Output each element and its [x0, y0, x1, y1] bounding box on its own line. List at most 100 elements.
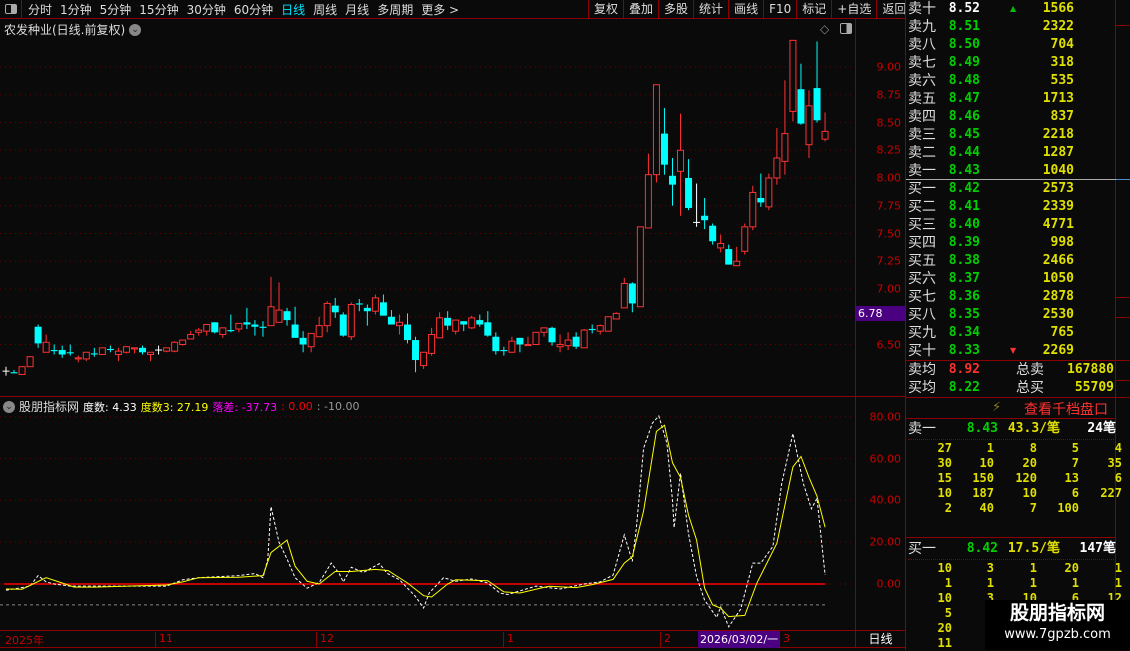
queue-order: 1: [1029, 576, 1037, 590]
bid-level[interactable]: 买六 8.37 1050: [906, 270, 1116, 288]
level-volume: 765: [1050, 325, 1074, 340]
kline-chart[interactable]: [0, 0, 855, 630]
candle: [508, 336, 516, 353]
ask-level[interactable]: 卖二 8.44 1287: [906, 144, 1116, 162]
ask-level[interactable]: 卖三 8.45 2218: [906, 126, 1116, 144]
bid-level[interactable]: 买三 8.40 4771: [906, 216, 1116, 234]
queue-order: 100: [1057, 501, 1079, 515]
ask-level[interactable]: 卖五 8.47 1713: [906, 90, 1116, 108]
candle: [355, 298, 363, 312]
level-price: 8.39: [948, 235, 980, 250]
candle: [693, 183, 701, 227]
level-price: 8.51: [948, 19, 980, 34]
period-label[interactable]: 日线: [855, 631, 905, 648]
candle: [203, 324, 211, 336]
candle-body: [508, 340, 516, 353]
candle-body: [773, 157, 781, 179]
candle: [588, 324, 596, 334]
candle: [436, 312, 444, 339]
candle: [42, 334, 50, 353]
level-label: 买五: [908, 253, 936, 269]
ask-level[interactable]: 卖四 8.46 837: [906, 108, 1116, 126]
candle-body: [395, 321, 403, 327]
bid-level[interactable]: 买十 8.33 ▼ 2269: [906, 342, 1116, 360]
level-price: 8.52: [948, 1, 980, 16]
candle: [580, 328, 588, 349]
candle: [628, 282, 636, 313]
candle-body: [524, 344, 532, 347]
bid-level[interactable]: 买九 8.34 765: [906, 324, 1116, 342]
ask-level[interactable]: 卖十 8.52 ▲ 1566: [906, 0, 1116, 18]
candle-body: [725, 249, 733, 265]
queue-count: 147笔: [1079, 541, 1116, 556]
queue-order: 1: [986, 441, 994, 455]
level-price: 8.48: [948, 73, 980, 88]
ask-level[interactable]: 卖七 8.49 318: [906, 54, 1116, 72]
candle-body: [540, 327, 548, 333]
watermark-url: www.7gpzb.com: [1004, 627, 1111, 642]
candle: [620, 277, 628, 309]
divider: [906, 418, 1116, 419]
date-axis: 2026/03/02/一 日线 2025年 11 12 1 2 3: [0, 630, 905, 648]
level-volume: 2530: [1042, 307, 1074, 322]
bid-level[interactable]: 买二 8.41 2339: [906, 198, 1116, 216]
candle: [379, 294, 387, 316]
ask-level[interactable]: 卖九 8.51 2322: [906, 18, 1116, 36]
level-label: 买四: [908, 235, 936, 251]
bid-level[interactable]: 买五 8.38 2466: [906, 252, 1116, 270]
queue-order: 27: [937, 441, 952, 455]
level-price: 8.41: [948, 199, 980, 214]
bid1-queue-header: 买一 8.42 17.5/笔 147笔: [906, 540, 1116, 558]
queue-order: 15: [937, 471, 952, 485]
queue-order: 8: [1029, 441, 1037, 455]
queue-label: 买一: [908, 541, 936, 557]
bid-level[interactable]: 买七 8.36 2878: [906, 288, 1116, 306]
deep-book-link[interactable]: 查看千档盘口: [1024, 399, 1108, 419]
queue-order: 7: [1029, 501, 1037, 515]
indicator-value: 度数: 4.33: [83, 400, 137, 414]
candle-body: [596, 325, 604, 332]
level-label: 卖四: [908, 109, 936, 125]
lightning-icon: ⚡: [992, 400, 1002, 415]
level-volume: 318: [1050, 55, 1074, 70]
queue-order: 10: [937, 561, 952, 575]
ask-level[interactable]: 卖一 8.43 1040: [906, 162, 1116, 180]
candle-body: [74, 357, 82, 360]
candle-body: [628, 283, 636, 304]
date-axis-label: 2025年: [5, 634, 44, 647]
ask-level[interactable]: 卖六 8.48 535: [906, 72, 1116, 90]
ask-level[interactable]: 卖八 8.50 704: [906, 36, 1116, 54]
level-price: 8.43: [948, 163, 980, 178]
candle-body: [267, 306, 275, 327]
price-tick-label: 6.50: [876, 338, 902, 351]
bid-level[interactable]: 买八 8.35 2530: [906, 306, 1116, 324]
candle: [26, 356, 34, 368]
queue-order: 1: [1071, 576, 1079, 590]
indicator-value: : 0.00: [281, 400, 313, 413]
indicator-value: 度数3: 27.19: [140, 400, 209, 414]
candle-body: [749, 191, 757, 228]
candle-body: [387, 316, 395, 325]
candle-body: [187, 334, 195, 340]
chevron-down-icon[interactable]: ⌄: [3, 400, 15, 413]
candle-body: [444, 317, 452, 326]
candle-body: [163, 347, 171, 352]
up-arrow-icon: ▲: [1010, 4, 1017, 13]
candle-body: [516, 337, 524, 345]
price-tick-label: 9.00: [876, 60, 902, 74]
watermark-title: 股朋指标网: [1009, 602, 1105, 624]
bid-level[interactable]: 买一 8.42 2573: [906, 180, 1116, 198]
candle: [235, 322, 243, 333]
panel-divider[interactable]: [0, 396, 905, 397]
queue-order: 6: [1071, 486, 1079, 500]
candle-body: [420, 351, 428, 367]
queue-order: 5: [944, 606, 952, 620]
candle-body: [331, 305, 339, 313]
queue-row: 10 187 10 6 227: [906, 486, 1122, 501]
candle-body: [299, 337, 307, 345]
candle: [371, 294, 379, 315]
candle-body: [404, 324, 411, 341]
indicator-tick-label: 40.00: [869, 493, 902, 507]
candle-body: [765, 177, 773, 208]
bid-level[interactable]: 买四 8.39 998: [906, 234, 1116, 252]
